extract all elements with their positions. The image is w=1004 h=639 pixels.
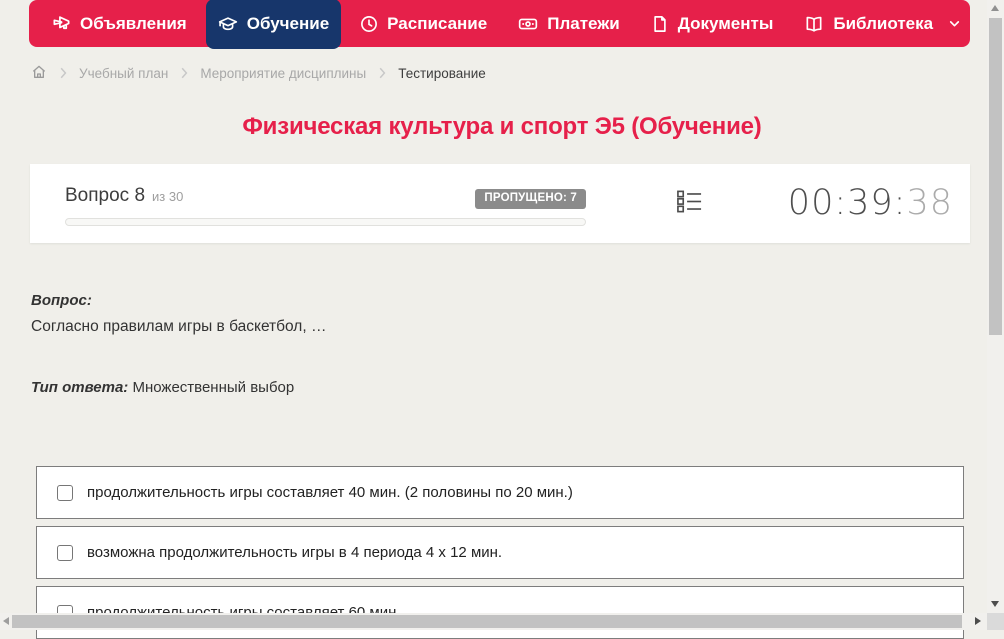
scroll-right-arrow-icon[interactable]: [975, 617, 981, 625]
answer-option-label: продолжительность игры составляет 40 мин…: [87, 484, 573, 501]
nav-item-label: Документы: [677, 13, 774, 33]
answer-type-value: Множественный выбор: [132, 379, 295, 396]
timer-main: 00:39:: [787, 183, 907, 223]
timer: 00:39:38: [788, 186, 953, 221]
question-list-icon: [676, 188, 703, 220]
nav-item-library[interactable]: Библиотека: [792, 0, 973, 47]
question-total: из 30: [152, 189, 184, 204]
question-heading: Вопрос:: [31, 292, 92, 309]
horizontal-scrollbar[interactable]: [0, 613, 987, 630]
document-icon: [651, 15, 669, 33]
vertical-scrollbar-thumb[interactable]: [989, 18, 1002, 335]
breadcrumb-item-testing: Тестирование: [398, 65, 486, 81]
vertical-scrollbar[interactable]: [987, 0, 1004, 613]
clock-icon: [360, 15, 378, 33]
breadcrumb: Учебный план Мероприятие дисциплины Тест…: [31, 63, 486, 83]
top-navbar: Объявления Обучение Расписание Платежи Д…: [29, 0, 973, 49]
nav-item-label: Обучение: [246, 13, 330, 33]
question-number: Вопрос 8: [65, 185, 146, 206]
graduation-cap-icon: [218, 14, 238, 34]
answer-option-1[interactable]: продолжительность игры составляет 40 мин…: [36, 466, 964, 519]
question-progress-block: Вопрос 8 из 30 ПРОПУЩЕНО: 7: [65, 164, 586, 243]
nav-item-label: Платежи: [547, 13, 620, 33]
chevron-right-icon: [377, 67, 387, 79]
scroll-down-arrow-icon[interactable]: [991, 601, 999, 607]
chevron-down-icon: [948, 17, 961, 30]
checkbox[interactable]: [57, 484, 73, 501]
scroll-left-arrow-icon[interactable]: [3, 617, 9, 625]
answer-option-2[interactable]: возможна продолжительность игры в 4 пери…: [36, 526, 964, 579]
timer-seconds: 38: [906, 183, 953, 223]
nav-item-learning[interactable]: Обучение: [205, 0, 342, 49]
chevron-right-icon: [58, 67, 68, 79]
megaphone-icon: [52, 14, 71, 33]
home-icon[interactable]: [31, 64, 47, 83]
checkbox[interactable]: [57, 544, 73, 561]
answer-type-label: Тип ответа:: [31, 379, 129, 396]
scrollbar-corner: [987, 613, 1004, 630]
question-list-button[interactable]: [676, 188, 703, 220]
answer-option-label: возможна продолжительность игры в 4 пери…: [87, 544, 503, 561]
skipped-badge: ПРОПУЩЕНО: 7: [475, 189, 586, 209]
scroll-up-arrow-icon[interactable]: [991, 5, 999, 11]
nav-item-label: Расписание: [387, 13, 488, 33]
breadcrumb-item-study-plan[interactable]: Учебный план: [79, 66, 168, 81]
horizontal-scrollbar-thumb[interactable]: [12, 615, 962, 628]
chevron-right-icon: [179, 67, 189, 79]
open-book-icon: [804, 14, 824, 34]
breadcrumb-item-discipline-event[interactable]: Мероприятие дисциплины: [200, 66, 366, 81]
nav-item-announcements[interactable]: Объявления: [40, 0, 199, 47]
nav-item-documents[interactable]: Документы: [639, 0, 786, 47]
question-text: Согласно правилам игры в баскетбол, …: [31, 318, 327, 335]
answer-type: Тип ответа: Множественный выбор: [31, 379, 294, 396]
nav-item-payments[interactable]: Платежи: [506, 0, 632, 47]
banknote-icon: [518, 14, 538, 34]
question-card: Вопрос 8 из 30 ПРОПУЩЕНО: 7 00:39:38: [30, 164, 970, 243]
progress-bar: [65, 217, 586, 226]
nav-item-schedule[interactable]: Расписание: [348, 0, 499, 47]
page-title: Физическая культура и спорт Э5 (Обучение…: [242, 113, 762, 140]
nav-item-label: Объявления: [80, 13, 187, 33]
nav-item-label: Библиотека: [833, 13, 934, 33]
